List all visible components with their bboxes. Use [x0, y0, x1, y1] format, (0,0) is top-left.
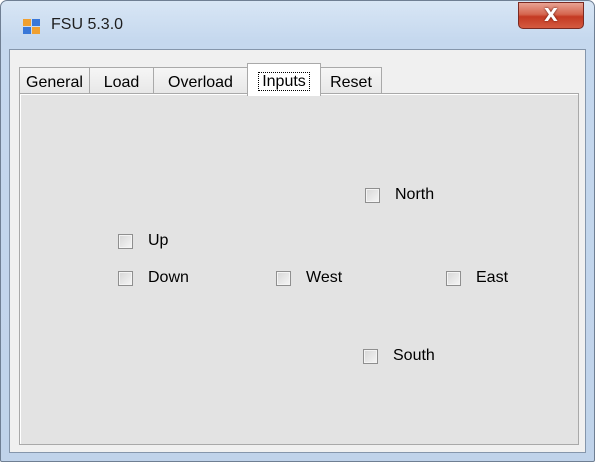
- tab-general[interactable]: General: [19, 67, 90, 95]
- tab-strip: General Load Overload Inputs Reset: [19, 61, 579, 96]
- checkbox-box[interactable]: [446, 270, 461, 286]
- tab-overload[interactable]: Overload: [153, 67, 248, 95]
- tab-inputs[interactable]: Inputs: [247, 63, 321, 96]
- south-label: South: [393, 347, 435, 364]
- tab-label: Inputs: [258, 71, 310, 91]
- tab-label: Load: [103, 73, 140, 91]
- checkbox-box[interactable]: [363, 348, 378, 364]
- west-checkbox[interactable]: West: [276, 269, 342, 287]
- close-button[interactable]: X: [518, 2, 584, 29]
- down-checkbox[interactable]: Down: [118, 269, 189, 287]
- checkbox-box[interactable]: [118, 233, 133, 249]
- east-checkbox[interactable]: East: [446, 269, 508, 287]
- checkbox-box[interactable]: [276, 270, 291, 286]
- app-window-icon: [23, 19, 41, 35]
- tab-label: General: [26, 73, 83, 91]
- tab-label: Overload: [168, 73, 233, 91]
- tab-load[interactable]: Load: [89, 67, 154, 95]
- application-window: FSU 5.3.0 X General Load Overload Inputs…: [0, 0, 595, 462]
- window-title: FSU 5.3.0: [51, 16, 124, 33]
- checkbox-box[interactable]: [365, 187, 380, 203]
- up-checkbox[interactable]: Up: [118, 232, 168, 250]
- inputs-tab-panel: North Up Down West East South: [19, 93, 579, 445]
- up-label: Up: [148, 232, 169, 249]
- north-checkbox[interactable]: North: [365, 186, 434, 204]
- east-label: East: [476, 269, 509, 286]
- tab-label: Reset: [330, 73, 372, 91]
- down-label: Down: [148, 269, 189, 286]
- title-bar[interactable]: FSU 5.3.0 X: [1, 1, 594, 49]
- tab-reset[interactable]: Reset: [320, 67, 382, 95]
- north-label: North: [395, 186, 435, 203]
- checkbox-box[interactable]: [118, 270, 133, 286]
- close-icon: X: [544, 5, 558, 26]
- south-checkbox[interactable]: South: [363, 347, 435, 365]
- west-label: West: [306, 269, 343, 286]
